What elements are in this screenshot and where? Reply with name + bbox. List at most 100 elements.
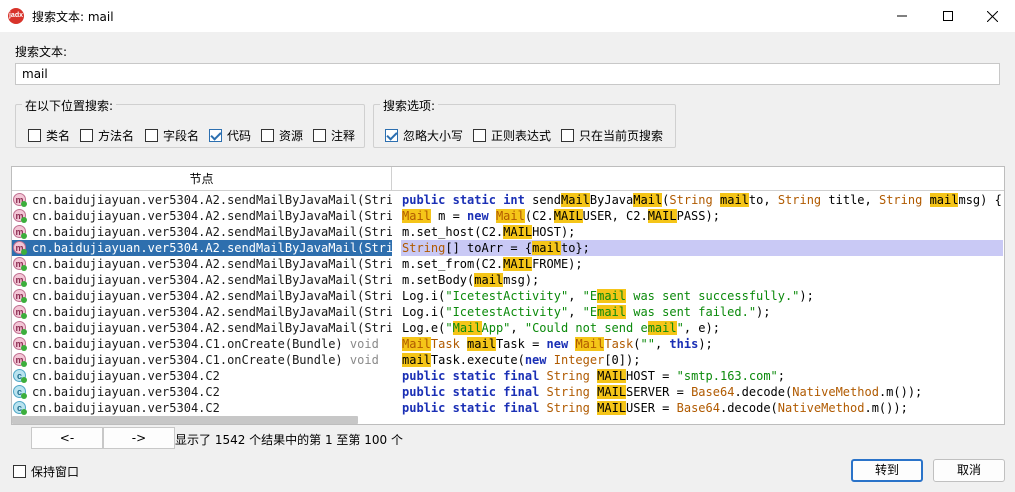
checkbox-box-checked [385, 129, 398, 142]
search-in-title: 在以下位置搜索: [22, 97, 117, 114]
checkbox-current-page-only[interactable]: 只在当前页搜索 [561, 127, 663, 144]
result-row[interactable]: m cn.baidujiayuan.ver5304.A2.sendMailByJa… [12, 240, 392, 256]
next-page-button[interactable]: -> [103, 427, 175, 449]
checkbox-box [473, 129, 486, 142]
method-icon: m [13, 225, 27, 239]
method-icon: m [13, 305, 27, 319]
code-line[interactable]: Mail m = new Mail(C2.MAILUSER, C2.MAILPA… [401, 208, 1003, 224]
maximize-button[interactable] [925, 0, 971, 32]
search-label: 搜索文本: [15, 45, 68, 59]
result-row[interactable]: m cn.baidujiayuan.ver5304.A2.sendMailByJa… [12, 272, 392, 288]
close-icon [986, 10, 998, 22]
checkbox-class-name[interactable]: 类名 [28, 127, 70, 144]
node-column-header[interactable]: 节点 [12, 167, 392, 191]
cancel-button[interactable]: 取消 [933, 459, 1005, 482]
method-icon: m [13, 241, 27, 255]
code-line[interactable]: mailTask.execute(new Integer[0]); [401, 352, 1003, 368]
results-table: 节点 m cn.baidujiayuan.ver5304.A2.sendMailB… [11, 166, 1005, 425]
method-icon: m [13, 337, 27, 351]
result-node-text: cn.baidujiayuan.ver5304.A2.sendMailByJav… [32, 209, 392, 223]
result-node-text: cn.baidujiayuan.ver5304.A2.sendMailByJav… [32, 257, 392, 271]
result-node-text: cn.baidujiayuan.ver5304.A2.sendMailByJav… [32, 321, 392, 335]
code-line[interactable]: m.set_host(C2.MAILHOST); [401, 224, 1003, 240]
checkbox-field-name[interactable]: 字段名 [145, 127, 199, 144]
result-node-text: cn.baidujiayuan.ver5304.C2 [32, 369, 220, 383]
result-row[interactable]: c cn.baidujiayuan.ver5304.C2 [12, 400, 392, 416]
code-line[interactable]: String[] toArr = {mailto}; [401, 240, 1003, 256]
jadx-app-icon: jadx [8, 8, 24, 24]
minimize-button[interactable] [879, 0, 925, 32]
maximize-icon [943, 11, 953, 21]
results-status: 显示了 1542 个结果中的第 1 至第 100 个 [175, 433, 403, 447]
checkbox-code[interactable]: 代码 [209, 127, 251, 144]
node-list: m cn.baidujiayuan.ver5304.A2.sendMailByJa… [12, 192, 392, 416]
code-line[interactable]: Log.i("IcetestActivity", "Email was sent… [401, 288, 1003, 304]
checkbox-comments[interactable]: 注释 [313, 127, 355, 144]
result-row[interactable]: m cn.baidujiayuan.ver5304.A2.sendMailByJa… [12, 192, 392, 208]
minimize-icon [897, 15, 907, 17]
result-row[interactable]: m cn.baidujiayuan.ver5304.A2.sendMailByJa… [12, 320, 392, 336]
code-list: public static int sendMailByJavaMail(Str… [401, 192, 1003, 424]
result-row[interactable]: m cn.baidujiayuan.ver5304.A2.sendMailByJa… [12, 208, 392, 224]
result-node-text: cn.baidujiayuan.ver5304.A2.sendMailByJav… [32, 273, 392, 287]
checkbox-box [561, 129, 574, 142]
code-line[interactable]: public static final String MAILSERVER = … [401, 384, 1003, 400]
window-title: 搜索文本: mail [32, 10, 114, 24]
code-line[interactable]: m.set_from(C2.MAILFROME); [401, 256, 1003, 272]
result-row[interactable]: m cn.baidujiayuan.ver5304.A2.sendMailByJa… [12, 224, 392, 240]
search-options-group: 搜索选项: 忽略大小写 正则表达式 只在当前页搜索 [373, 97, 676, 148]
code-line[interactable]: Log.i("IcetestActivity", "Email was sent… [401, 304, 1003, 320]
goto-button[interactable]: 转到 [851, 459, 923, 482]
class-icon: c [13, 369, 27, 383]
prev-page-button[interactable]: <- [31, 427, 103, 449]
checkbox-resources[interactable]: 资源 [261, 127, 303, 144]
checkbox-box [28, 129, 41, 142]
result-row[interactable]: m cn.baidujiayuan.ver5304.A2.sendMailByJa… [12, 288, 392, 304]
result-node-text: cn.baidujiayuan.ver5304.A2.sendMailByJav… [32, 193, 392, 207]
result-node-text: cn.baidujiayuan.ver5304.C1.onCreate(Bund… [32, 353, 343, 367]
return-type-hint: void [342, 353, 379, 367]
title-bar: jadx 搜索文本: mail [0, 0, 1015, 32]
checkbox-box [13, 465, 26, 478]
checkbox-box-checked [209, 129, 222, 142]
return-type-hint: void [342, 337, 379, 351]
checkbox-regex[interactable]: 正则表达式 [473, 127, 551, 144]
code-column-header[interactable] [392, 167, 1004, 191]
result-node-text: cn.baidujiayuan.ver5304.C2 [32, 401, 220, 415]
checkbox-method-name[interactable]: 方法名 [80, 127, 134, 144]
result-row[interactable]: c cn.baidujiayuan.ver5304.C2 [12, 384, 392, 400]
checkbox-box [261, 129, 274, 142]
class-icon: c [13, 385, 27, 399]
result-row[interactable]: m cn.baidujiayuan.ver5304.C1.onCreate(Bun… [12, 336, 392, 352]
result-node-text: cn.baidujiayuan.ver5304.A2.sendMailByJav… [32, 241, 392, 255]
search-options-title: 搜索选项: [380, 97, 439, 114]
checkbox-ignore-case[interactable]: 忽略大小写 [385, 127, 463, 144]
result-row[interactable]: m cn.baidujiayuan.ver5304.A2.sendMailByJa… [12, 304, 392, 320]
checkbox-box [145, 129, 158, 142]
method-icon: m [13, 209, 27, 223]
result-row[interactable]: m cn.baidujiayuan.ver5304.A2.sendMailByJa… [12, 256, 392, 272]
code-line[interactable]: public static int sendMailByJavaMail(Str… [401, 192, 1003, 208]
result-node-text: cn.baidujiayuan.ver5304.C2 [32, 385, 220, 399]
search-in-group: 在以下位置搜索: 类名 方法名 字段名 代码 资源 注释 [15, 97, 365, 148]
code-line[interactable]: public static final String MAILHOST = "s… [401, 368, 1003, 384]
method-icon: m [13, 193, 27, 207]
code-line[interactable]: m.setBody(mailmsg); [401, 272, 1003, 288]
checkbox-box [80, 129, 93, 142]
horizontal-scrollbar[interactable] [12, 416, 358, 424]
result-node-text: cn.baidujiayuan.ver5304.A2.sendMailByJav… [32, 289, 392, 303]
result-node-text: cn.baidujiayuan.ver5304.A2.sendMailByJav… [32, 225, 392, 239]
code-line[interactable]: public static final String MAILUSER = Ba… [401, 400, 1003, 416]
code-line[interactable]: MailTask mailTask = new MailTask("", thi… [401, 336, 1003, 352]
code-line[interactable]: Log.e("MailApp", "Could not send email",… [401, 320, 1003, 336]
search-input[interactable]: mail [15, 63, 1000, 85]
result-node-text: cn.baidujiayuan.ver5304.A2.sendMailByJav… [32, 305, 392, 319]
result-row[interactable]: m cn.baidujiayuan.ver5304.C1.onCreate(Bun… [12, 352, 392, 368]
close-button[interactable] [969, 0, 1015, 32]
method-icon: m [13, 257, 27, 271]
result-row[interactable]: c cn.baidujiayuan.ver5304.C2 [12, 368, 392, 384]
class-icon: c [13, 401, 27, 415]
result-node-text: cn.baidujiayuan.ver5304.C1.onCreate(Bund… [32, 337, 343, 351]
method-icon: m [13, 273, 27, 287]
keep-window-checkbox[interactable]: 保持窗口 [13, 463, 79, 480]
